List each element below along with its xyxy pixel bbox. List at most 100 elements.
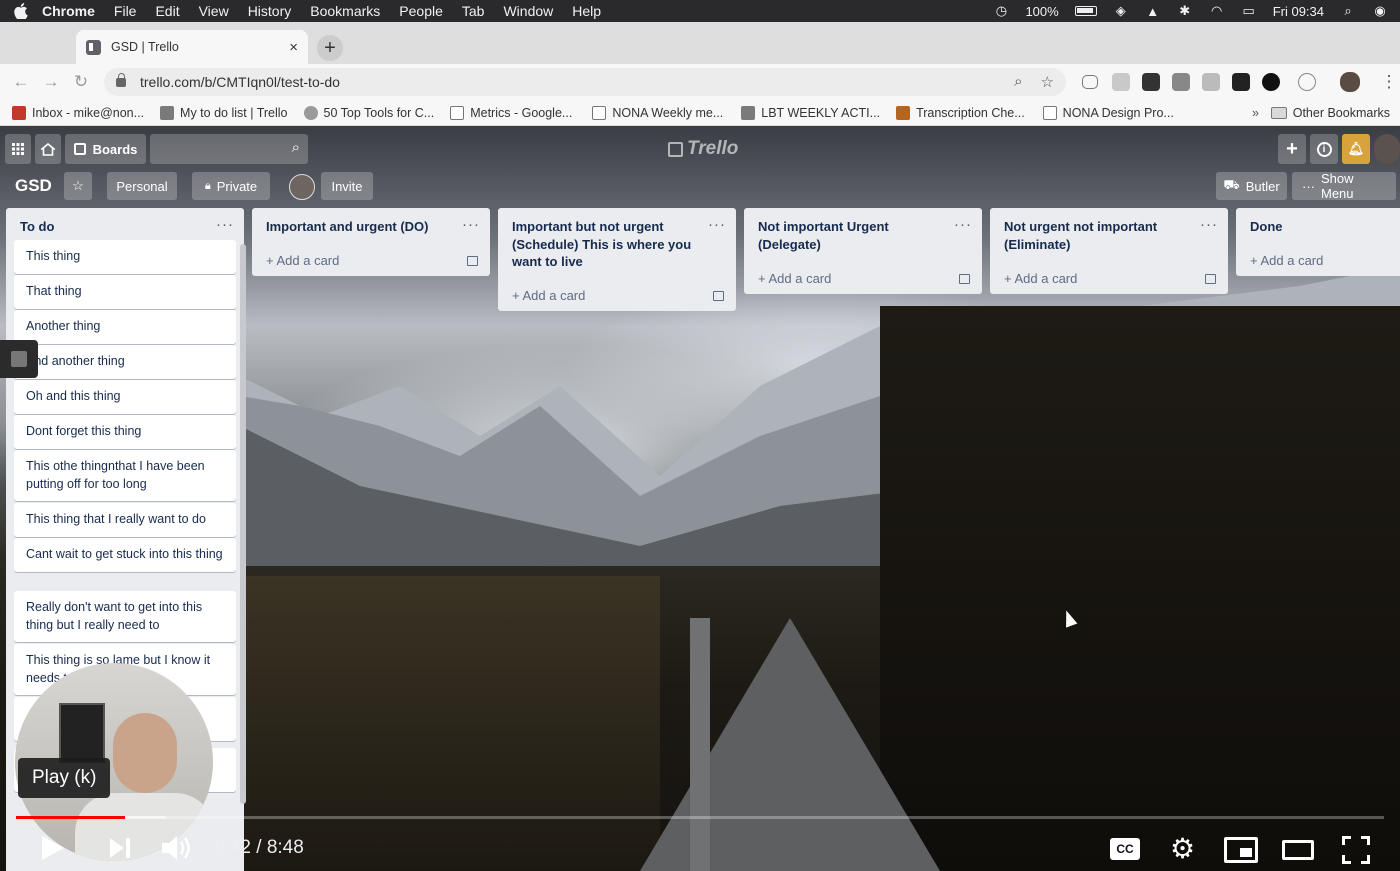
volume-icon[interactable] (160, 826, 194, 870)
bookmark-item[interactable]: LBT WEEKLY ACTI... (741, 105, 880, 120)
card[interactable]: Another thing (14, 310, 236, 344)
miniplayer-icon[interactable] (1224, 837, 1258, 863)
card[interactable]: This thing (14, 240, 236, 274)
close-tab-icon[interactable]: × (289, 39, 298, 56)
info-icon[interactable]: i (1310, 134, 1338, 164)
extension-icon[interactable] (1112, 73, 1130, 91)
tab-gsd-trello[interactable]: GSD | Trello × (76, 30, 308, 64)
buffer-icon[interactable] (1232, 73, 1250, 91)
card[interactable]: This othe thingnthat I have been putting… (14, 450, 236, 501)
card[interactable]: Cant wait to get stuck into this thing (14, 538, 236, 572)
add-card-button[interactable]: + Add a card (1004, 271, 1077, 286)
list-menu-icon[interactable]: ··· (1200, 216, 1218, 233)
menu-bookmarks[interactable]: Bookmarks (310, 3, 380, 19)
list-title[interactable]: Not urgent not important (Eliminate) (990, 208, 1228, 253)
bookmark-item[interactable]: Transcription Che... (896, 105, 1025, 120)
card[interactable]: Dont forget this thing (14, 415, 236, 449)
time-machine-icon[interactable]: ◷ (993, 3, 1009, 18)
star-board-icon[interactable]: ☆ (64, 172, 92, 200)
menu-history[interactable]: History (248, 3, 292, 19)
card[interactable]: Really don't want to get into this thing… (14, 591, 236, 642)
bookmark-star-icon[interactable]: ☆ (1041, 73, 1054, 91)
add-card-button[interactable]: + Add a card (266, 253, 339, 268)
visibility-private-button[interactable]: 🔒︎ Private (192, 172, 270, 200)
list-title[interactable]: Important and urgent (DO) (252, 208, 490, 236)
card[interactable]: This thing that I really want to do (14, 503, 236, 537)
menu-edit[interactable]: Edit (155, 3, 179, 19)
menu-view[interactable]: View (199, 3, 229, 19)
card-template-icon[interactable] (713, 291, 724, 301)
list-title[interactable]: Important but not urgent (Schedule) This… (498, 208, 736, 271)
extension-icon[interactable] (1172, 73, 1190, 91)
fullscreen-icon[interactable] (1342, 836, 1370, 864)
card-template-icon[interactable] (1205, 274, 1216, 284)
lock-icon[interactable] (116, 72, 126, 87)
apps-grid-icon[interactable] (5, 134, 31, 164)
bookmarks-overflow-button[interactable]: » (1252, 106, 1259, 120)
search-input[interactable]: ⌕ (150, 134, 308, 164)
create-plus-icon[interactable]: + (1278, 134, 1306, 164)
card[interactable]: Oh and this thing (14, 380, 236, 414)
trello-logo[interactable]: Trello (668, 138, 738, 160)
card-template-icon[interactable] (959, 274, 970, 284)
bookmark-item[interactable]: NONA Design Pro... (1042, 105, 1174, 120)
invite-button[interactable]: Invite (321, 172, 373, 200)
extension-icon[interactable] (1202, 73, 1220, 91)
url-text[interactable]: trello.com/b/CMTIqn0l/test-to-do (140, 74, 340, 90)
list-menu-icon[interactable]: ··· (462, 216, 480, 233)
home-icon[interactable] (35, 134, 61, 164)
profile-avatar[interactable] (1340, 72, 1360, 92)
list-title[interactable]: To do (6, 208, 244, 236)
butler-button[interactable]: ⛟ Butler (1216, 172, 1287, 200)
floating-widget-button[interactable] (0, 340, 38, 378)
creative-cloud-icon[interactable]: ◈ (1113, 3, 1129, 18)
pocket-icon[interactable] (1082, 75, 1098, 89)
personal-team-button[interactable]: Personal (107, 172, 177, 200)
menu-tab[interactable]: Tab (462, 3, 485, 19)
theater-icon[interactable] (1282, 840, 1314, 860)
new-tab-button[interactable]: + (317, 35, 343, 61)
more-menu-icon[interactable]: ⋮ (1380, 72, 1398, 91)
menu-app-name[interactable]: Chrome (42, 3, 95, 19)
add-card-button[interactable]: + Add a card (512, 288, 585, 303)
bookmark-item[interactable]: My to do list | Trello (160, 105, 288, 120)
settings-gear-icon[interactable]: ⚙ (1170, 835, 1195, 863)
menu-help[interactable]: Help (572, 3, 601, 19)
other-bookmarks[interactable]: Other Bookmarks (1270, 106, 1390, 120)
wifi-icon[interactable]: ◠ (1209, 3, 1225, 18)
board-name[interactable]: GSD (15, 176, 52, 196)
notification-bell-icon[interactable]: 🔔︎ (1342, 134, 1370, 164)
extension-icon[interactable] (1262, 73, 1280, 91)
show-menu-button[interactable]: ··· Show Menu (1292, 171, 1396, 201)
spotlight-search-icon[interactable]: ⌕ (1340, 3, 1356, 18)
card[interactable]: And another thing (14, 345, 236, 379)
list-menu-icon[interactable]: ··· (708, 216, 726, 233)
list-menu-icon[interactable]: ··· (954, 216, 972, 233)
card[interactable]: That thing (14, 275, 236, 309)
menu-people[interactable]: People (399, 3, 443, 19)
apple-icon[interactable] (12, 2, 30, 20)
list-scrollbar[interactable] (240, 244, 246, 804)
list-title[interactable]: Not important Urgent (Delegate) (744, 208, 982, 253)
add-card-button[interactable]: + Add a card (1250, 253, 1323, 268)
siri-icon[interactable]: ◉ (1372, 3, 1388, 18)
bookmark-item[interactable]: 50 Top Tools for C... (303, 105, 434, 120)
search-icon[interactable]: ⌕ (292, 139, 300, 156)
play-icon[interactable] (40, 826, 66, 870)
address-bar[interactable]: trello.com/b/CMTIqn0l/test-to-do ⌕ ☆ (104, 68, 1066, 96)
menu-window[interactable]: Window (503, 3, 553, 19)
captions-icon[interactable]: CC (1110, 838, 1140, 860)
bookmark-item[interactable]: Inbox - mike@non... (12, 105, 144, 120)
member-avatar[interactable] (289, 174, 315, 200)
add-card-button[interactable]: + Add a card (758, 271, 831, 286)
boards-button[interactable]: Boards (65, 134, 146, 164)
list-menu-icon[interactable]: ··· (216, 216, 234, 233)
list-title[interactable]: Done (1236, 208, 1400, 236)
reload-icon[interactable]: ↻ (72, 72, 90, 91)
clock[interactable]: Fri 09:34 (1273, 4, 1324, 19)
drive-icon[interactable]: ▲ (1145, 4, 1161, 19)
bluetooth-icon[interactable]: ✱ (1177, 3, 1193, 18)
extension-icon[interactable] (1298, 73, 1316, 91)
battery-icon[interactable] (1074, 6, 1097, 16)
forward-icon[interactable]: → (42, 72, 60, 91)
